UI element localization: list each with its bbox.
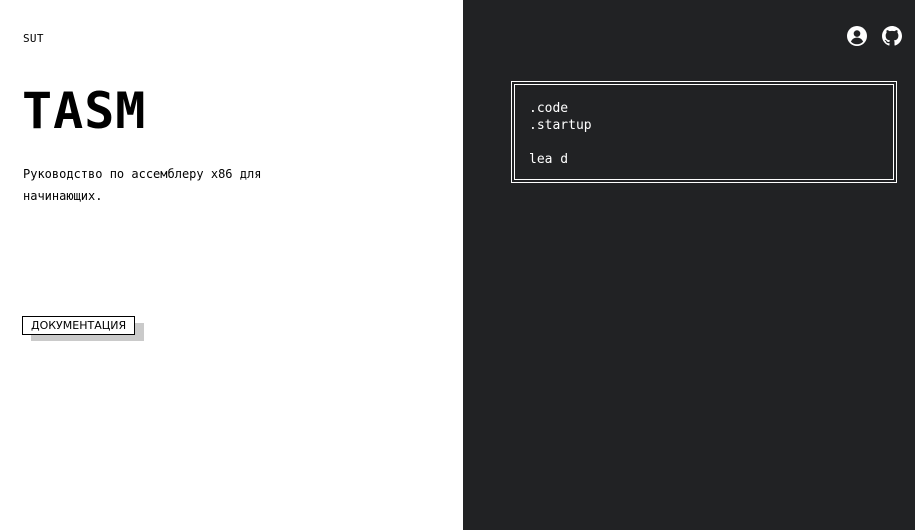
documentation-button[interactable]: ДОКУМЕНТАЦИЯ [22,316,136,335]
code-box: .code .startup lea d [511,81,897,183]
page-title: TASM [22,82,147,140]
code-box-inner: .code .startup lea d [514,84,894,180]
left-panel: SUT TASM Руководство по ассемблеру x86 д… [0,0,463,530]
page: SUT TASM Руководство по ассемблеру x86 д… [0,0,915,530]
code-line: lea d [529,152,569,167]
code-line: .code [529,101,569,116]
documentation-button-wrap: ДОКУМЕНТАЦИЯ [22,314,144,341]
account-icon[interactable] [847,26,867,46]
right-panel: .code .startup lea d [463,0,915,530]
brand-label[interactable]: SUT [23,32,44,45]
code-line: .startup [529,118,592,133]
page-subtitle: Руководство по ассемблеру x86 для начина… [23,167,262,203]
github-icon[interactable] [882,26,902,46]
header-icons [847,26,902,46]
